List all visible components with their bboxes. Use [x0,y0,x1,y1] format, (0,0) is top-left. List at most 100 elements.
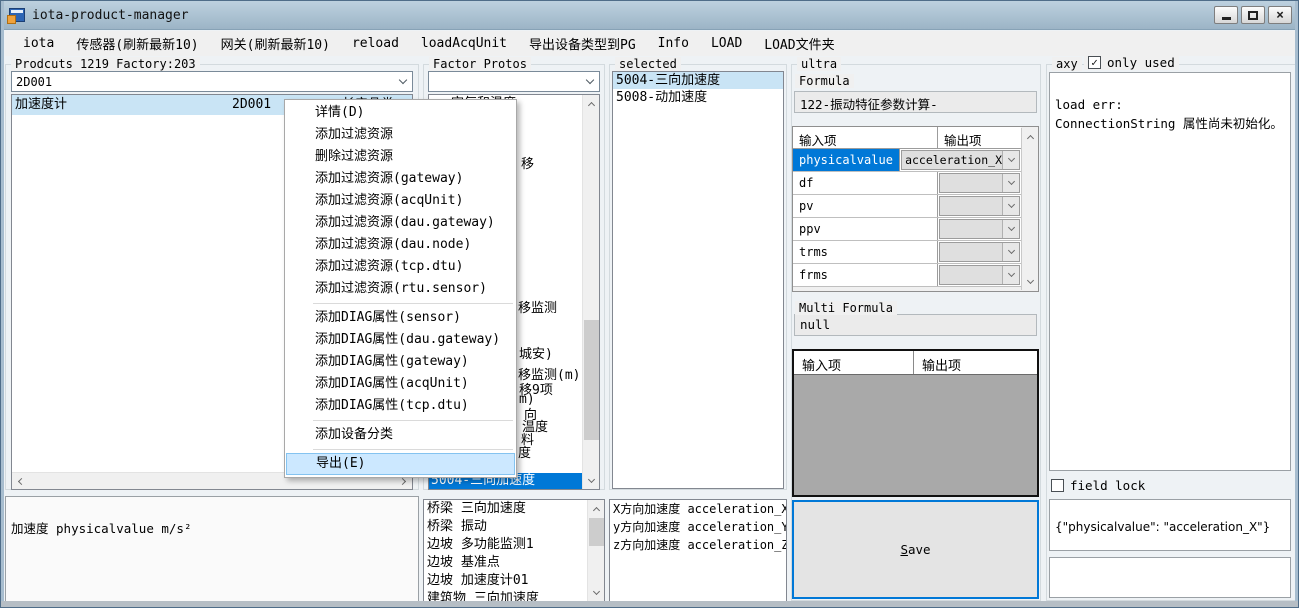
context-menu-item-add-device-category[interactable]: 添加设备分类 [285,424,516,446]
grid-output-combobox[interactable]: acceleration_X [901,150,1020,170]
chevron-down-icon[interactable] [1002,151,1019,169]
products-combobox[interactable]: 2D001 [11,71,413,92]
menu-sensor-refresh[interactable]: 传感器(刷新最新10) [66,31,208,56]
list-item[interactable]: 边坡 多功能监测1 [424,536,604,554]
selected-fields-list[interactable]: X方向加速度 acceleration_X g y方向加速度 accelerat… [609,499,787,602]
factor-protos-vscrollbar[interactable] [582,95,599,489]
context-menu-item-add-filter-gateway[interactable]: 添加过滤资源(gateway) [285,168,516,190]
scroll-down-icon[interactable] [583,472,600,489]
app-icon [9,8,25,22]
window-title: iota-product-manager [32,8,189,23]
context-menu-item-export[interactable]: 导出(E) [286,453,515,475]
context-menu-item-delete-filter-resource[interactable]: 删除过滤资源 [285,146,516,168]
chevron-down-icon[interactable] [581,72,599,91]
grid-output-combobox[interactable] [939,265,1020,285]
list-item[interactable]: 边坡 加速度计01 [424,572,604,590]
list-item[interactable]: X方向加速度 acceleration_X g [610,500,786,518]
grid-cell-input[interactable]: ppv [793,218,938,240]
axy-group-label: axy [1052,57,1082,71]
title-bar[interactable]: iota-product-manager × [1,1,1299,30]
list-item[interactable]: 桥梁 三向加速度 [424,500,604,518]
grid-cell-input[interactable]: df [793,172,938,194]
chevron-down-icon[interactable] [1002,174,1019,192]
grid-cell-input[interactable]: frms [793,264,938,286]
context-menu-item-add-filter-rtu-sensor[interactable]: 添加过滤资源(rtu.sensor) [285,278,516,300]
only-used-checkbox[interactable]: ✓ [1088,56,1101,69]
scroll-right-icon[interactable] [399,477,406,484]
scroll-up-icon[interactable] [1022,128,1039,145]
scroll-thumb[interactable] [589,518,604,546]
menu-gateway-refresh[interactable]: 网关(刷新最新10) [211,31,340,56]
context-menu-item-add-filter-dau-node[interactable]: 添加过滤资源(dau.node) [285,234,516,256]
scroll-up-icon[interactable] [588,500,605,517]
multi-formula-textbox[interactable]: null [794,314,1037,336]
field-lock-checkbox[interactable] [1051,479,1064,492]
chevron-down-icon[interactable] [1002,243,1019,261]
selected-list[interactable]: 5004-三向加速度 5008-动加速度 [612,71,784,489]
factor-usage-vscrollbar[interactable] [587,500,604,601]
grid-cell-input[interactable]: trms [793,241,938,263]
menu-reload[interactable]: reload [342,33,409,54]
grid-row[interactable]: trms [793,241,1021,264]
menu-load-acq-unit[interactable]: loadAcqUnit [411,33,517,54]
context-menu-item-add-filter-dau-gateway[interactable]: 添加过滤资源(dau.gateway) [285,212,516,234]
menu-load[interactable]: LOAD [701,33,752,54]
scroll-down-icon[interactable] [1022,273,1039,290]
minimize-button[interactable] [1214,6,1238,24]
grid-row[interactable]: ppv [793,218,1021,241]
grid-output-combobox[interactable] [939,173,1020,193]
menu-load-folder[interactable]: LOAD文件夹 [754,31,844,56]
maximize-button[interactable] [1241,6,1265,24]
chevron-down-icon[interactable] [1002,220,1019,238]
grid-output-combobox[interactable] [939,196,1020,216]
chevron-down-icon[interactable] [1002,266,1019,284]
factor-usage-list[interactable]: 桥梁 三向加速度 桥梁 振动 边坡 多功能监测1 边坡 基准点 边坡 加速度计0… [423,499,605,602]
mapping-grid: 输入项 输出项 physicalvalue acceleration_X df … [792,126,1039,292]
list-item[interactable]: 边坡 基准点 [424,554,604,572]
list-item[interactable]: z方向加速度 acceleration_Z g [610,536,786,554]
context-menu-item-add-diag-dau-gateway[interactable]: 添加DIAG属性(dau.gateway) [285,329,516,351]
grid-output-combobox[interactable] [939,219,1020,239]
menu-separator [313,420,513,421]
empty-textbox[interactable] [1049,557,1291,598]
list-item[interactable]: y方向加速度 acceleration_Y g [610,518,786,536]
context-menu-item-add-diag-acqunit[interactable]: 添加DIAG属性(acqUnit) [285,373,516,395]
json-textbox[interactable]: {"physicalvalue": "acceleration_X"} [1049,499,1291,551]
window-frame-left [1,1,4,607]
list-item[interactable]: 桥梁 振动 [424,518,604,536]
context-menu-item-add-diag-gateway[interactable]: 添加DIAG属性(gateway) [285,351,516,373]
list-item-selected[interactable]: 5004-三向加速度 [613,72,783,89]
grid-cell-input-selected[interactable]: physicalvalue [793,149,900,171]
menu-export-device-type-pg[interactable]: 导出设备类型到PG [519,31,646,56]
factor-protos-group-label: Factor Protos [429,57,531,71]
close-button[interactable]: × [1268,6,1292,24]
formula-textbox[interactable]: 122-振动特征参数计算- [794,91,1037,113]
context-menu-item-add-filter-acqunit[interactable]: 添加过滤资源(acqUnit) [285,190,516,212]
chevron-down-icon[interactable] [394,72,412,91]
context-menu-item-add-diag-tcp-dtu[interactable]: 添加DIAG属性(tcp.dtu) [285,395,516,417]
log-textarea[interactable]: load err: ConnectionString 属性尚未初始化。 [1049,72,1291,471]
grid-row[interactable]: df [793,172,1021,195]
scroll-thumb[interactable] [584,320,599,440]
scroll-down-icon[interactable] [588,584,605,601]
context-menu-item-add-diag-sensor[interactable]: 添加DIAG属性(sensor) [285,307,516,329]
context-menu-item-add-filter-resource[interactable]: 添加过滤资源 [285,124,516,146]
occluded-list-item-fragment: 城安) [519,343,553,362]
grid-row[interactable]: frms [793,264,1021,287]
app-window: iota-product-manager × iota 传感器(刷新最新10) … [0,0,1299,608]
save-button[interactable]: Save [792,500,1039,599]
scroll-up-icon[interactable] [583,95,600,112]
context-menu-item-details[interactable]: 详情(D) [285,102,516,124]
chevron-down-icon[interactable] [1002,197,1019,215]
list-item[interactable]: 5008-动加速度 [613,89,783,106]
context-menu-item-add-filter-tcp-dtu[interactable]: 添加过滤资源(tcp.dtu) [285,256,516,278]
menu-iota[interactable]: iota [13,33,64,54]
menu-info[interactable]: Info [648,33,699,54]
grid-row[interactable]: pv [793,195,1021,218]
grid-vscrollbar[interactable] [1021,128,1038,290]
grid-row[interactable]: physicalvalue acceleration_X [793,149,1021,172]
factor-protos-combobox[interactable] [428,71,600,92]
grid-output-combobox[interactable] [939,242,1020,262]
scroll-left-icon[interactable] [18,477,25,484]
grid-cell-input[interactable]: pv [793,195,938,217]
